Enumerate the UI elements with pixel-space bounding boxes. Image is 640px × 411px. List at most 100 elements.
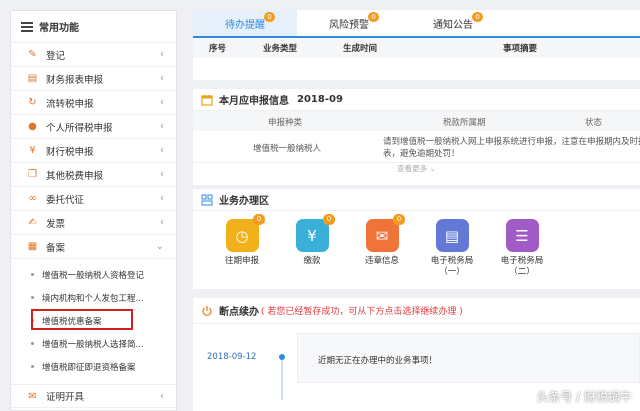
- submenu-item[interactable]: 增值税一般纳税人选择简...: [11, 332, 176, 355]
- link-icon: ∞: [28, 193, 37, 204]
- submenu-item[interactable]: 境内机构和个人发包工程...: [11, 286, 176, 309]
- sidebar-item-label: 财行税申报: [46, 146, 94, 158]
- column-header: 申报种类: [268, 118, 303, 128]
- view-more-link[interactable]: 查看更多 ⌄: [193, 163, 640, 175]
- clock-icon: ◷: [225, 219, 259, 252]
- sidebar-item-label: 证明开具: [46, 392, 85, 403]
- column-header: 事项摘要: [503, 44, 538, 54]
- count-badge: 0: [368, 12, 379, 22]
- sidebar-item-label: 发票: [46, 218, 66, 230]
- table-row: 增值税一般纳税人 请到增值税一般纳税人网上申报系统进行申报，注意在申报期内及时报…: [193, 131, 640, 163]
- certificate-icon: ✉: [28, 390, 37, 402]
- power-icon: [201, 305, 213, 317]
- chevron-left-icon: ‹: [160, 97, 164, 108]
- timeline-line: [281, 360, 283, 400]
- sidebar-title: 常用功能: [39, 23, 79, 34]
- mail-icon: ✉: [365, 219, 399, 252]
- tax-icon: ¥: [29, 145, 36, 156]
- column-header: 生成时间: [343, 44, 378, 54]
- sidebar-header: 常用功能: [11, 11, 176, 43]
- chevron-down-icon: ⌄: [155, 241, 164, 252]
- list-icon: ☰: [505, 219, 539, 252]
- chevron-left-icon: ‹: [160, 145, 164, 156]
- sidebar-item-entrusted-collection[interactable]: ∞ 委托代征 ‹: [11, 187, 176, 211]
- sidebar-item-register[interactable]: ✎ 登记 ‹: [11, 43, 176, 67]
- shortcut-payment[interactable]: ¥ 0 缴款: [277, 214, 347, 278]
- chevron-left-icon: ‹: [160, 73, 164, 84]
- count-badge: 0: [253, 214, 265, 225]
- tab-bar: 待办提醒 0 风险预警 0 通知公告 0: [193, 10, 640, 38]
- shortcut-e-tax-bureau-2[interactable]: ☰ 电子税务局 （二）: [487, 219, 557, 278]
- sidebar-item-other-tax[interactable]: ❐ 其他税费申报 ‹: [11, 163, 176, 187]
- schedule-table-header: 申报种类 税款所属期 状态: [193, 111, 640, 131]
- cycle-icon: ↻: [28, 97, 37, 108]
- panel-title: 本月应申报信息 2018-09: [193, 89, 640, 111]
- panel-title: 断点续办 ( 若您已经暂存成功，可从下方点击选择继续办理 ): [193, 298, 640, 324]
- sidebar-item-label: 个人所得税申报: [46, 122, 113, 134]
- count-badge: 0: [264, 12, 275, 22]
- todo-table-header: 序号 业务类型 生成时间 事项摘要: [193, 38, 640, 58]
- yen-icon: ¥: [295, 219, 329, 252]
- chevron-left-icon: ‹: [160, 193, 164, 204]
- shortcut-violations[interactable]: ✉ 0 违章信息: [347, 214, 417, 278]
- double-chevron-down-icon: ⌄: [429, 164, 436, 173]
- sidebar-item-property-behavior-tax[interactable]: ¥ 财行税申报 ‹: [11, 139, 176, 163]
- submenu-item[interactable]: 增值税即征即退资格备案: [11, 355, 176, 378]
- copy-icon: ❐: [28, 169, 37, 180]
- sidebar-item-personal-income-tax[interactable]: ● 个人所得税申报 ‹: [11, 115, 176, 139]
- watermark: 头条号 / 财税蜗牛: [536, 390, 632, 404]
- report-icon: ▤: [27, 73, 38, 84]
- sidebar-item-label: 财务报表申报: [46, 74, 104, 86]
- column-header: 序号: [209, 44, 227, 54]
- bullet-icon: [31, 296, 34, 299]
- panel-title: 业务办理区: [193, 189, 640, 211]
- sidebar-item-turnover-tax[interactable]: ↻ 流转税申报 ‹: [11, 91, 176, 115]
- tab-todo[interactable]: 待办提醒 0: [193, 10, 297, 36]
- column-header: 状态: [585, 118, 603, 128]
- chevron-left-icon: ‹: [160, 121, 164, 132]
- bullet-icon: [31, 319, 34, 322]
- chevron-left-icon: ‹: [160, 217, 164, 228]
- shortcut-e-tax-bureau-1[interactable]: ▤ 电子税务局 （一）: [417, 219, 487, 278]
- submenu-item[interactable]: 增值税一般纳税人资格登记: [11, 263, 176, 286]
- count-badge: 0: [393, 214, 405, 225]
- tab-risk-warning[interactable]: 风险预警 0: [297, 10, 401, 36]
- resume-hint: ( 若您已经暂存成功，可从下方点击选择继续办理 ): [261, 307, 463, 317]
- shortcut-past-declarations[interactable]: ◷ 0 往期申报: [207, 214, 277, 278]
- business-grid-icon: [201, 194, 213, 206]
- invoice-icon: ✍: [28, 217, 37, 228]
- filing-submenu: 增值税一般纳税人资格登记 境内机构和个人发包工程... 增值税优惠备案 增值税一…: [11, 259, 176, 378]
- sidebar-item-label: 登记: [46, 50, 66, 62]
- chevron-left-icon: ‹: [160, 49, 164, 60]
- sidebar: 常用功能 ✎ 登记 ‹ ▤ 财务报表申报 ‹ ↻ 流转税申报 ‹ ● 个人所得税…: [10, 10, 177, 411]
- timeline-card: 近期无正在办理中的业务事项！: [297, 333, 640, 383]
- business-area-panel: 业务办理区 ◷ 0 往期申报 ¥ 0 缴款 ✉ 0 违章信息 ▤ 电子税务局 （一…: [193, 189, 640, 289]
- business-shortcuts: ◷ 0 往期申报 ¥ 0 缴款 ✉ 0 违章信息 ▤ 电子税务局 （一） ☰ 电子…: [193, 211, 640, 278]
- sidebar-item-label: 备案: [46, 242, 66, 254]
- bullet-icon: [31, 342, 34, 345]
- column-header: 业务类型: [263, 44, 298, 54]
- person-icon: ●: [28, 121, 37, 132]
- documents-icon: ▤: [435, 219, 469, 252]
- grid-icon: ▦: [27, 241, 38, 252]
- sidebar-item-filing[interactable]: ▦ 备案 ⌄: [11, 235, 176, 259]
- sidebar-item-certificate[interactable]: ✉ 证明开具 ‹: [11, 384, 176, 408]
- sidebar-item-label: 流转税申报: [46, 98, 94, 110]
- menu-icon: [21, 21, 33, 32]
- sidebar-item-label: 其他税费申报: [46, 170, 104, 182]
- chevron-left-icon: ‹: [160, 391, 164, 402]
- sidebar-item-financial-report[interactable]: ▤ 财务报表申报 ‹: [11, 67, 176, 91]
- column-header: 税款所属期: [443, 118, 486, 128]
- tab-announcements[interactable]: 通知公告 0: [401, 10, 505, 36]
- sidebar-item-label: 委托代征: [46, 194, 85, 206]
- count-badge: 0: [323, 214, 335, 225]
- timeline-date: 2018-09-12: [207, 352, 257, 362]
- submenu-item-vat-preferential-filing[interactable]: 增值税优惠备案: [11, 309, 176, 332]
- calendar-icon: [201, 94, 213, 106]
- monthly-declaration-panel: 本月应申报信息 2018-09 申报种类 税款所属期 状态 增值税一般纳税人 请…: [193, 89, 640, 185]
- bullet-icon: [31, 365, 34, 368]
- count-badge: 0: [472, 12, 483, 22]
- notifications-panel: 待办提醒 0 风险预警 0 通知公告 0 序号 业务类型 生成时间 事项摘要: [193, 10, 640, 80]
- sidebar-item-invoice[interactable]: ✍ 发票 ‹: [11, 211, 176, 235]
- bullet-icon: [31, 273, 34, 276]
